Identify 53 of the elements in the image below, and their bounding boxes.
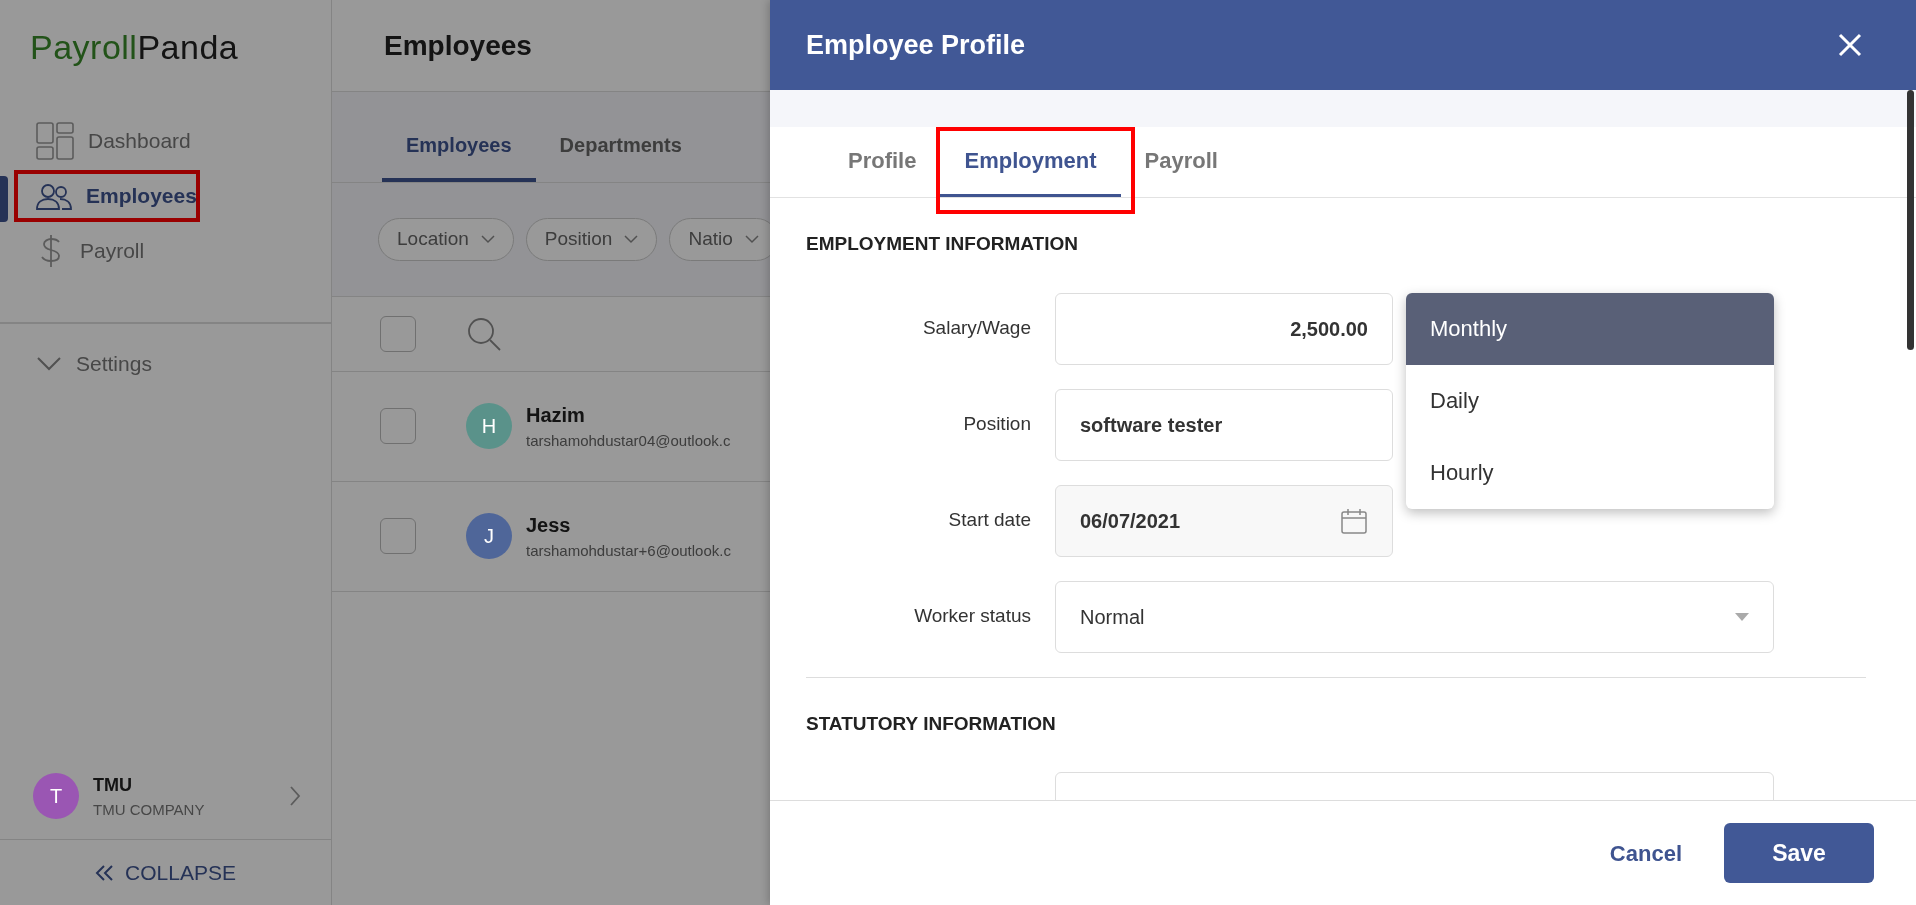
- logo: PayrollPanda: [29, 27, 240, 68]
- dashboard-icon: [36, 121, 74, 160]
- chevron-icon: [744, 234, 759, 244]
- checkbox[interactable]: [380, 408, 416, 444]
- input-field[interactable]: 2,500.00: [1055, 292, 1393, 365]
- field-label: Salary/Wage: [921, 316, 1031, 341]
- tab[interactable]: Payroll: [1120, 127, 1242, 197]
- filter-dropdown[interactable]: Location: [378, 218, 514, 261]
- calendar-icon: [1340, 506, 1368, 535]
- field-label: Worker status: [913, 604, 1031, 629]
- save-button[interactable]: Save: [1724, 823, 1874, 883]
- field-label: Start date: [947, 508, 1031, 533]
- search-icon: [466, 315, 502, 352]
- employee-name: Jess: [526, 512, 572, 538]
- sidebar-item[interactable]: Dashboard: [0, 113, 331, 168]
- employee-name: Hazim: [526, 402, 586, 428]
- cancel-button[interactable]: Cancel: [1603, 835, 1688, 871]
- section-heading: STATUTORY INFORMATION: [806, 711, 1057, 736]
- field-label: Position: [962, 412, 1031, 437]
- employee-email: tarshamohdustar+6@outlook.c: [526, 540, 731, 561]
- double-chevron-icon: [95, 863, 116, 882]
- people-icon: [36, 181, 72, 210]
- menu-item[interactable]: Hourly: [1406, 436, 1774, 509]
- tab[interactable]: Departments: [535, 122, 706, 182]
- input-field[interactable]: software tester: [1055, 388, 1393, 461]
- chevron-icon: [480, 234, 495, 244]
- collapse-button[interactable]: COLLAPSE: [0, 839, 331, 905]
- avatar: J: [466, 513, 512, 559]
- tab[interactable]: Profile: [824, 127, 941, 197]
- avatar: H: [466, 403, 512, 449]
- date-field[interactable]: 06/07/2021: [1055, 484, 1393, 557]
- user-name: TMU: [93, 773, 133, 797]
- drawer-title: Employee Profile: [806, 28, 1026, 62]
- employee-email: tarshamohdustar04@outlook.c: [526, 430, 731, 451]
- close-icon: [1838, 33, 1862, 58]
- chevron-icon: [289, 785, 301, 808]
- menu-item[interactable]: Monthly: [1406, 292, 1774, 365]
- tab[interactable]: Employment: [940, 127, 1121, 197]
- section-heading: EMPLOYMENT INFORMATION: [806, 232, 1079, 256]
- checkbox[interactable]: [380, 518, 416, 554]
- checkbox[interactable]: [380, 315, 416, 352]
- menu-item[interactable]: Daily: [1406, 364, 1774, 437]
- active-indicator: [0, 176, 8, 222]
- filter-dropdown[interactable]: Position: [525, 218, 658, 261]
- chevron-icon: [36, 355, 62, 372]
- company-name: TMU COMPANY: [93, 799, 206, 820]
- chevron-icon: [624, 234, 639, 244]
- sidebar-item[interactable]: Payroll: [0, 223, 331, 278]
- avatar: T: [33, 773, 79, 820]
- select-field[interactable]: Normal: [1055, 580, 1774, 653]
- scrollbar-thumb[interactable]: [1907, 90, 1914, 350]
- settings-item[interactable]: Settings: [0, 336, 331, 391]
- caret-icon: [1735, 612, 1749, 621]
